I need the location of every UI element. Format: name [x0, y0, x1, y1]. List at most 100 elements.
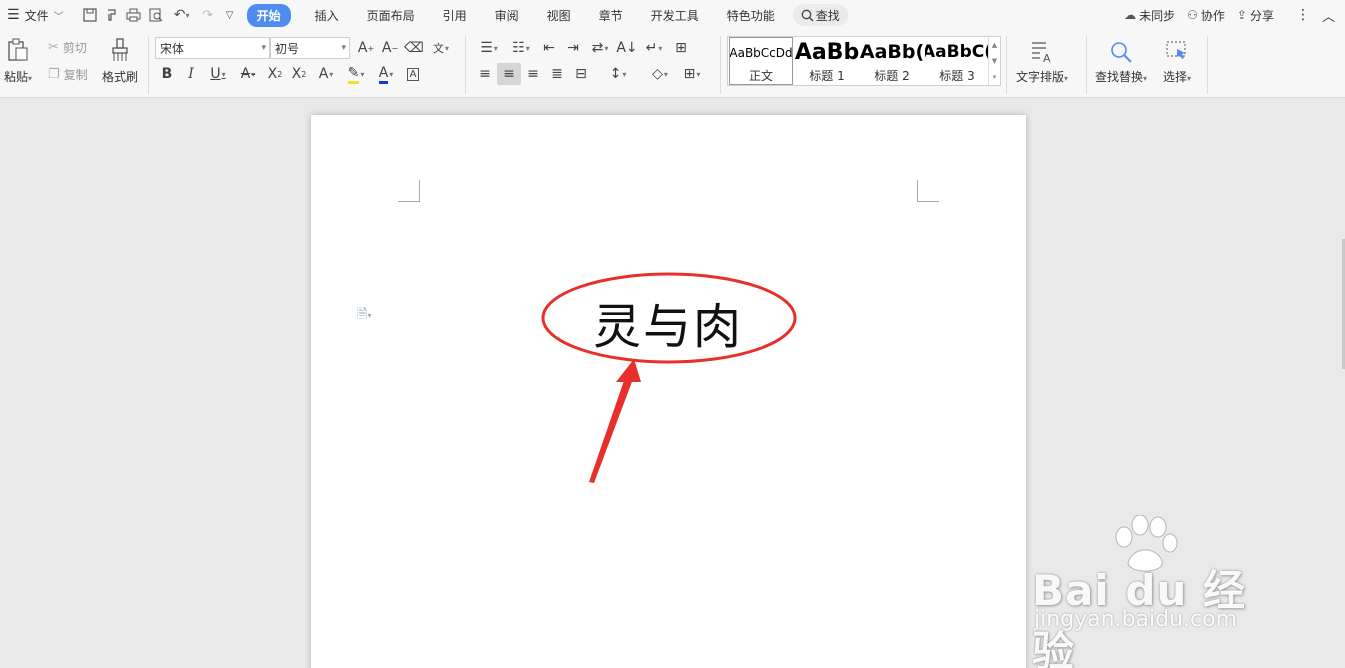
style-heading-1[interactable]: AaBb 标题 1 — [795, 37, 859, 85]
chevron-down-icon: ﹀ — [53, 11, 64, 23]
annotation-arrowhead — [616, 359, 641, 382]
text-effect-icon[interactable]: A — [311, 63, 341, 85]
divider — [1006, 36, 1007, 94]
style-name: 标题 2 — [874, 69, 910, 83]
search-tab[interactable]: 查找 — [792, 4, 848, 26]
styles-scroll[interactable]: ▲ ▼ ▾ — [988, 37, 1000, 85]
copy-button[interactable]: ❐ 复制 — [48, 66, 88, 83]
watermark: Bai du 经验 jingyan.baidu.com — [1032, 515, 1282, 668]
style-heading-3[interactable]: AaBbC( 标题 3 — [925, 37, 989, 85]
pinyin-guide-icon[interactable]: 文 — [426, 37, 456, 59]
share-button[interactable]: ⇪ 分享 — [1231, 0, 1280, 30]
find-replace-button[interactable]: 查找替换▾ — [1095, 38, 1147, 85]
tab-insert[interactable]: 插入 — [301, 0, 353, 30]
superscript-icon[interactable]: X2 — [263, 63, 287, 85]
increase-indent-icon[interactable]: ⇥ — [561, 37, 585, 59]
style-preview: AaBbC( — [925, 42, 989, 62]
scroll-up-icon[interactable]: ▲ — [992, 41, 997, 49]
collaborate-label: 协作 — [1200, 8, 1225, 23]
underline-icon[interactable]: U — [203, 63, 233, 85]
text-layout-icon: A — [1029, 38, 1055, 66]
print-icon[interactable] — [123, 0, 145, 30]
tab-home[interactable]: 开始 — [246, 0, 291, 30]
share-label: 分享 — [1249, 8, 1274, 23]
undo-icon[interactable]: ↶ ▾ — [167, 0, 197, 30]
tab-developer[interactable]: 开发工具 — [637, 0, 713, 30]
highlight-ellipse — [541, 272, 797, 364]
tab-view[interactable]: 视图 — [533, 0, 585, 30]
paste-button[interactable]: 粘贴▾ — [4, 36, 32, 85]
justify-icon[interactable]: ≣ — [545, 63, 569, 85]
decrease-indent-icon[interactable]: ⇤ — [537, 37, 561, 59]
text-layout-label: 文字排版 — [1016, 70, 1065, 84]
more-options-icon[interactable]: ⋮ — [1290, 0, 1316, 30]
numbered-list-icon[interactable]: ☷ — [505, 37, 537, 59]
collaborate-button[interactable]: ⚇ 协作 — [1181, 0, 1231, 30]
sync-status[interactable]: ☁ 未同步 — [1118, 0, 1181, 30]
file-menu[interactable]: ☰ 文件 ﹀ — [0, 0, 71, 30]
shading-icon[interactable]: ◇ — [643, 63, 677, 85]
style-preview: AaBb — [795, 39, 859, 65]
format-painter-button[interactable]: 格式刷 — [102, 36, 138, 85]
copy-icon: ❐ — [48, 67, 60, 82]
style-heading-2[interactable]: AaBb( 标题 2 — [860, 37, 924, 85]
print-preview-icon[interactable] — [145, 0, 167, 30]
line-break-icon[interactable]: ↵ — [639, 37, 669, 59]
sort-icon[interactable]: A↓ — [615, 37, 639, 59]
collapse-ribbon-icon[interactable]: ︿ — [1316, 0, 1341, 30]
decrease-font-icon[interactable]: A − — [378, 37, 402, 59]
redo-icon[interactable]: ↷ — [197, 0, 219, 30]
tab-references[interactable]: 引用 — [429, 0, 481, 30]
line-spacing-icon[interactable]: ↕ — [601, 63, 635, 85]
ribbon-toolbar: 粘贴▾ ✂ 剪切 ❐ 复制 格式刷 宋体 初号 A+ A− ⌫ 文 B I U … — [0, 30, 1345, 98]
svg-text:A: A — [1043, 52, 1051, 64]
clear-format-icon[interactable]: ⌫ — [402, 37, 426, 59]
show-marks-icon[interactable]: ⊞ — [669, 37, 693, 59]
select-button[interactable]: 选择▾ — [1163, 38, 1191, 85]
bullet-list-icon[interactable]: ☰ — [473, 37, 505, 59]
subscript-icon[interactable]: X2 — [287, 63, 311, 85]
style-name: 标题 3 — [939, 69, 975, 83]
character-border-icon[interactable]: A — [401, 63, 425, 85]
select-label: 选择 — [1163, 70, 1188, 84]
text-direction-icon[interactable]: ⇄ — [585, 37, 615, 59]
cursor-select-icon — [1164, 38, 1190, 66]
align-center-icon[interactable]: ≡ — [497, 63, 521, 85]
tab-review[interactable]: 审阅 — [481, 0, 533, 30]
watermark-url: jingyan.baidu.com — [1034, 607, 1238, 632]
increase-font-icon[interactable]: A + — [354, 37, 378, 59]
style-name: 标题 1 — [809, 69, 845, 83]
search-icon — [801, 9, 814, 21]
expand-gallery-icon[interactable]: ▾ — [993, 73, 997, 81]
quick-access-dropdown-icon[interactable]: ▽ — [219, 0, 241, 30]
font-color-icon[interactable]: A — [371, 63, 401, 85]
style-normal[interactable]: AaBbCcDd 正文 — [729, 37, 793, 85]
text-layout-button[interactable]: A 文字排版▾ — [1016, 38, 1068, 85]
font-size-select[interactable]: 初号 — [270, 37, 350, 59]
paint-brush-icon — [107, 36, 133, 64]
bold-icon[interactable]: B — [155, 63, 179, 85]
share-icon: ⇪ — [1236, 8, 1247, 22]
cut-button[interactable]: ✂ 剪切 — [48, 39, 87, 56]
paste-label: 粘贴 — [4, 70, 29, 84]
align-left-icon[interactable]: ≡ — [473, 63, 497, 85]
magnifier-icon — [1108, 38, 1134, 66]
save-icon[interactable] — [79, 0, 101, 30]
format-brush-icon[interactable] — [101, 0, 123, 30]
clipboard-icon — [5, 36, 31, 64]
align-right-icon[interactable]: ≡ — [521, 63, 545, 85]
font-name-select[interactable]: 宋体 — [155, 37, 270, 59]
tab-section[interactable]: 章节 — [585, 0, 637, 30]
strikethrough-icon[interactable]: A — [233, 63, 263, 85]
cloud-icon: ☁ — [1124, 8, 1137, 22]
tab-special-features[interactable]: 特色功能 — [713, 0, 789, 30]
highlight-icon[interactable]: ✎ — [341, 63, 371, 85]
style-preview: AaBb( — [860, 41, 924, 63]
scroll-down-icon[interactable]: ▼ — [992, 57, 997, 65]
distributed-align-icon[interactable]: ⊟ — [569, 63, 593, 85]
italic-icon[interactable]: I — [179, 63, 203, 85]
borders-icon[interactable]: ⊞ — [677, 63, 707, 85]
tab-page-layout[interactable]: 页面布局 — [353, 0, 429, 30]
divider — [1207, 36, 1208, 94]
hamburger-icon: ☰ — [7, 7, 20, 23]
